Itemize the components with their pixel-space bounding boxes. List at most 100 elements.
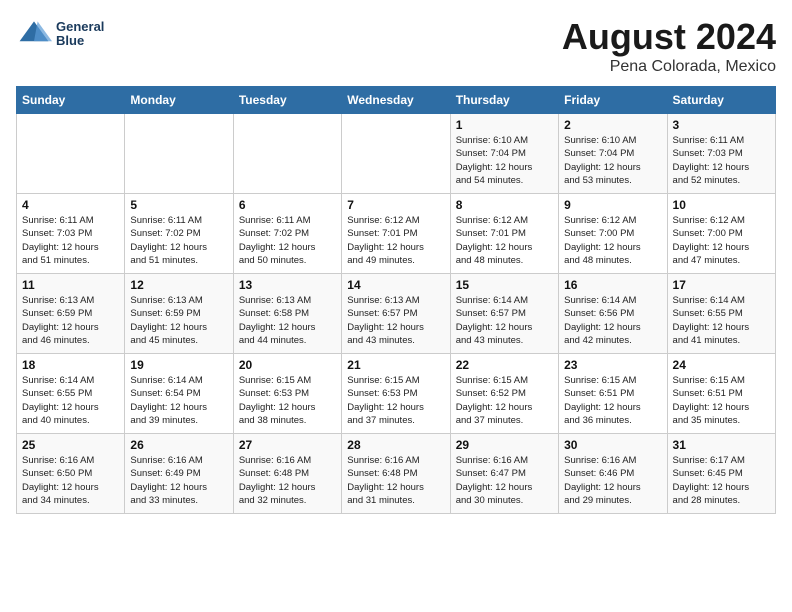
calendar-week-3: 11 Sunrise: 6:13 AM Sunset: 6:59 PM Dayli… xyxy=(17,274,776,354)
day-info: Sunrise: 6:12 AM Sunset: 7:01 PM Dayligh… xyxy=(347,214,444,267)
calendar-cell: 14Sunrise: 6:13 AM Sunset: 6:57 PM Dayli… xyxy=(342,274,450,354)
day-info: Sunrise: 6:10 AM Sunset: 7:04 PM Dayligh… xyxy=(456,134,553,187)
calendar-week-2: 4 Sunrise: 6:11 AM Sunset: 7:03 PM Daylig… xyxy=(17,194,776,274)
day-info: Sunrise: 6:16 AM Sunset: 6:47 PM Dayligh… xyxy=(456,454,553,507)
weekday-header-monday: Monday xyxy=(125,87,233,114)
calendar-cell: 10Sunrise: 6:12 AM Sunset: 7:00 PM Dayli… xyxy=(667,194,775,274)
day-number: 21 xyxy=(347,358,444,372)
day-number: 9 xyxy=(564,198,661,212)
logo: General Blue xyxy=(16,16,104,52)
day-info: Sunrise: 6:16 AM Sunset: 6:50 PM Dayligh… xyxy=(22,454,119,507)
day-number: 22 xyxy=(456,358,553,372)
day-number: 28 xyxy=(347,438,444,452)
day-number: 2 xyxy=(564,118,661,132)
calendar-cell xyxy=(342,114,450,194)
page-header: General Blue August 2024 Pena Colorada, … xyxy=(16,16,776,76)
calendar-cell: 26 Sunrise: 6:16 AM Sunset: 6:49 PM Dayli… xyxy=(125,434,233,514)
day-info: Sunrise: 6:15 AM Sunset: 6:53 PM Dayligh… xyxy=(239,374,336,427)
weekday-header-wednesday: Wednesday xyxy=(342,87,450,114)
title-block: August 2024 Pena Colorada, Mexico xyxy=(562,16,776,76)
weekday-header-friday: Friday xyxy=(559,87,667,114)
calendar-cell: 29 Sunrise: 6:16 AM Sunset: 6:47 PM Dayli… xyxy=(450,434,558,514)
calendar-cell: 25 Sunrise: 6:16 AM Sunset: 6:50 PM Dayli… xyxy=(17,434,125,514)
day-number: 14 xyxy=(347,278,444,292)
day-number: 1 xyxy=(456,118,553,132)
day-number: 16 xyxy=(564,278,661,292)
day-info: Sunrise: 6:12 AM Sunset: 7:00 PM Dayligh… xyxy=(564,214,661,267)
day-number: 19 xyxy=(130,358,227,372)
day-number: 11 xyxy=(22,278,119,292)
calendar-cell: 4 Sunrise: 6:11 AM Sunset: 7:03 PM Daylig… xyxy=(17,194,125,274)
calendar-week-4: 18Sunrise: 6:14 AM Sunset: 6:55 PM Dayli… xyxy=(17,354,776,434)
calendar-cell: 7 Sunrise: 6:12 AM Sunset: 7:01 PM Daylig… xyxy=(342,194,450,274)
day-info: Sunrise: 6:15 AM Sunset: 6:51 PM Dayligh… xyxy=(673,374,770,427)
weekday-header-saturday: Saturday xyxy=(667,87,775,114)
calendar-cell: 18Sunrise: 6:14 AM Sunset: 6:55 PM Dayli… xyxy=(17,354,125,434)
day-number: 8 xyxy=(456,198,553,212)
day-info: Sunrise: 6:12 AM Sunset: 7:00 PM Dayligh… xyxy=(673,214,770,267)
day-info: Sunrise: 6:16 AM Sunset: 6:48 PM Dayligh… xyxy=(239,454,336,507)
calendar-cell: 19 Sunrise: 6:14 AM Sunset: 6:54 PM Dayli… xyxy=(125,354,233,434)
calendar-subtitle: Pena Colorada, Mexico xyxy=(562,58,776,76)
day-info: Sunrise: 6:14 AM Sunset: 6:57 PM Dayligh… xyxy=(456,294,553,347)
calendar-cell: 15 Sunrise: 6:14 AM Sunset: 6:57 PM Dayli… xyxy=(450,274,558,354)
day-number: 12 xyxy=(130,278,227,292)
day-number: 24 xyxy=(673,358,770,372)
day-number: 4 xyxy=(22,198,119,212)
calendar-title: August 2024 xyxy=(562,16,776,58)
weekday-header-thursday: Thursday xyxy=(450,87,558,114)
day-info: Sunrise: 6:13 AM Sunset: 6:59 PM Dayligh… xyxy=(22,294,119,347)
day-number: 3 xyxy=(673,118,770,132)
calendar-cell: 27 Sunrise: 6:16 AM Sunset: 6:48 PM Dayli… xyxy=(233,434,341,514)
day-info: Sunrise: 6:10 AM Sunset: 7:04 PM Dayligh… xyxy=(564,134,661,187)
day-info: Sunrise: 6:11 AM Sunset: 7:03 PM Dayligh… xyxy=(673,134,770,187)
day-info: Sunrise: 6:14 AM Sunset: 6:54 PM Dayligh… xyxy=(130,374,227,427)
day-number: 15 xyxy=(456,278,553,292)
calendar-cell: 11 Sunrise: 6:13 AM Sunset: 6:59 PM Dayli… xyxy=(17,274,125,354)
day-info: Sunrise: 6:16 AM Sunset: 6:48 PM Dayligh… xyxy=(347,454,444,507)
day-info: Sunrise: 6:13 AM Sunset: 6:58 PM Dayligh… xyxy=(239,294,336,347)
day-number: 17 xyxy=(673,278,770,292)
day-info: Sunrise: 6:12 AM Sunset: 7:01 PM Dayligh… xyxy=(456,214,553,267)
day-info: Sunrise: 6:15 AM Sunset: 6:51 PM Dayligh… xyxy=(564,374,661,427)
calendar-cell: 3 Sunrise: 6:11 AM Sunset: 7:03 PM Daylig… xyxy=(667,114,775,194)
day-info: Sunrise: 6:14 AM Sunset: 6:55 PM Dayligh… xyxy=(673,294,770,347)
calendar-cell: 17 Sunrise: 6:14 AM Sunset: 6:55 PM Dayli… xyxy=(667,274,775,354)
calendar-cell: 5Sunrise: 6:11 AM Sunset: 7:02 PM Daylig… xyxy=(125,194,233,274)
calendar-cell xyxy=(125,114,233,194)
day-number: 25 xyxy=(22,438,119,452)
calendar-cell: 28 Sunrise: 6:16 AM Sunset: 6:48 PM Dayli… xyxy=(342,434,450,514)
day-info: Sunrise: 6:16 AM Sunset: 6:46 PM Dayligh… xyxy=(564,454,661,507)
calendar-cell: 30 Sunrise: 6:16 AM Sunset: 6:46 PM Dayli… xyxy=(559,434,667,514)
day-number: 31 xyxy=(673,438,770,452)
calendar-cell: 23Sunrise: 6:15 AM Sunset: 6:51 PM Dayli… xyxy=(559,354,667,434)
calendar-cell: 2 Sunrise: 6:10 AM Sunset: 7:04 PM Daylig… xyxy=(559,114,667,194)
day-info: Sunrise: 6:15 AM Sunset: 6:52 PM Dayligh… xyxy=(456,374,553,427)
day-info: Sunrise: 6:14 AM Sunset: 6:55 PM Dayligh… xyxy=(22,374,119,427)
day-number: 7 xyxy=(347,198,444,212)
day-number: 5 xyxy=(130,198,227,212)
calendar-cell: 16Sunrise: 6:14 AM Sunset: 6:56 PM Dayli… xyxy=(559,274,667,354)
calendar-cell: 20 Sunrise: 6:15 AM Sunset: 6:53 PM Dayli… xyxy=(233,354,341,434)
day-number: 13 xyxy=(239,278,336,292)
day-number: 29 xyxy=(456,438,553,452)
calendar-cell xyxy=(17,114,125,194)
logo-text: General Blue xyxy=(56,20,104,49)
calendar-cell: 1 Sunrise: 6:10 AM Sunset: 7:04 PM Daylig… xyxy=(450,114,558,194)
weekday-header-sunday: Sunday xyxy=(17,87,125,114)
day-number: 30 xyxy=(564,438,661,452)
calendar-cell: 13 Sunrise: 6:13 AM Sunset: 6:58 PM Dayli… xyxy=(233,274,341,354)
calendar-cell: 31 Sunrise: 6:17 AM Sunset: 6:45 PM Dayli… xyxy=(667,434,775,514)
calendar-table: SundayMondayTuesdayWednesdayThursdayFrid… xyxy=(16,86,776,514)
day-number: 27 xyxy=(239,438,336,452)
day-info: Sunrise: 6:13 AM Sunset: 6:59 PM Dayligh… xyxy=(130,294,227,347)
day-info: Sunrise: 6:11 AM Sunset: 7:03 PM Dayligh… xyxy=(22,214,119,267)
day-number: 20 xyxy=(239,358,336,372)
calendar-cell: 6Sunrise: 6:11 AM Sunset: 7:02 PM Daylig… xyxy=(233,194,341,274)
calendar-cell xyxy=(233,114,341,194)
weekday-header-tuesday: Tuesday xyxy=(233,87,341,114)
day-info: Sunrise: 6:17 AM Sunset: 6:45 PM Dayligh… xyxy=(673,454,770,507)
day-info: Sunrise: 6:16 AM Sunset: 6:49 PM Dayligh… xyxy=(130,454,227,507)
day-number: 26 xyxy=(130,438,227,452)
day-number: 6 xyxy=(239,198,336,212)
